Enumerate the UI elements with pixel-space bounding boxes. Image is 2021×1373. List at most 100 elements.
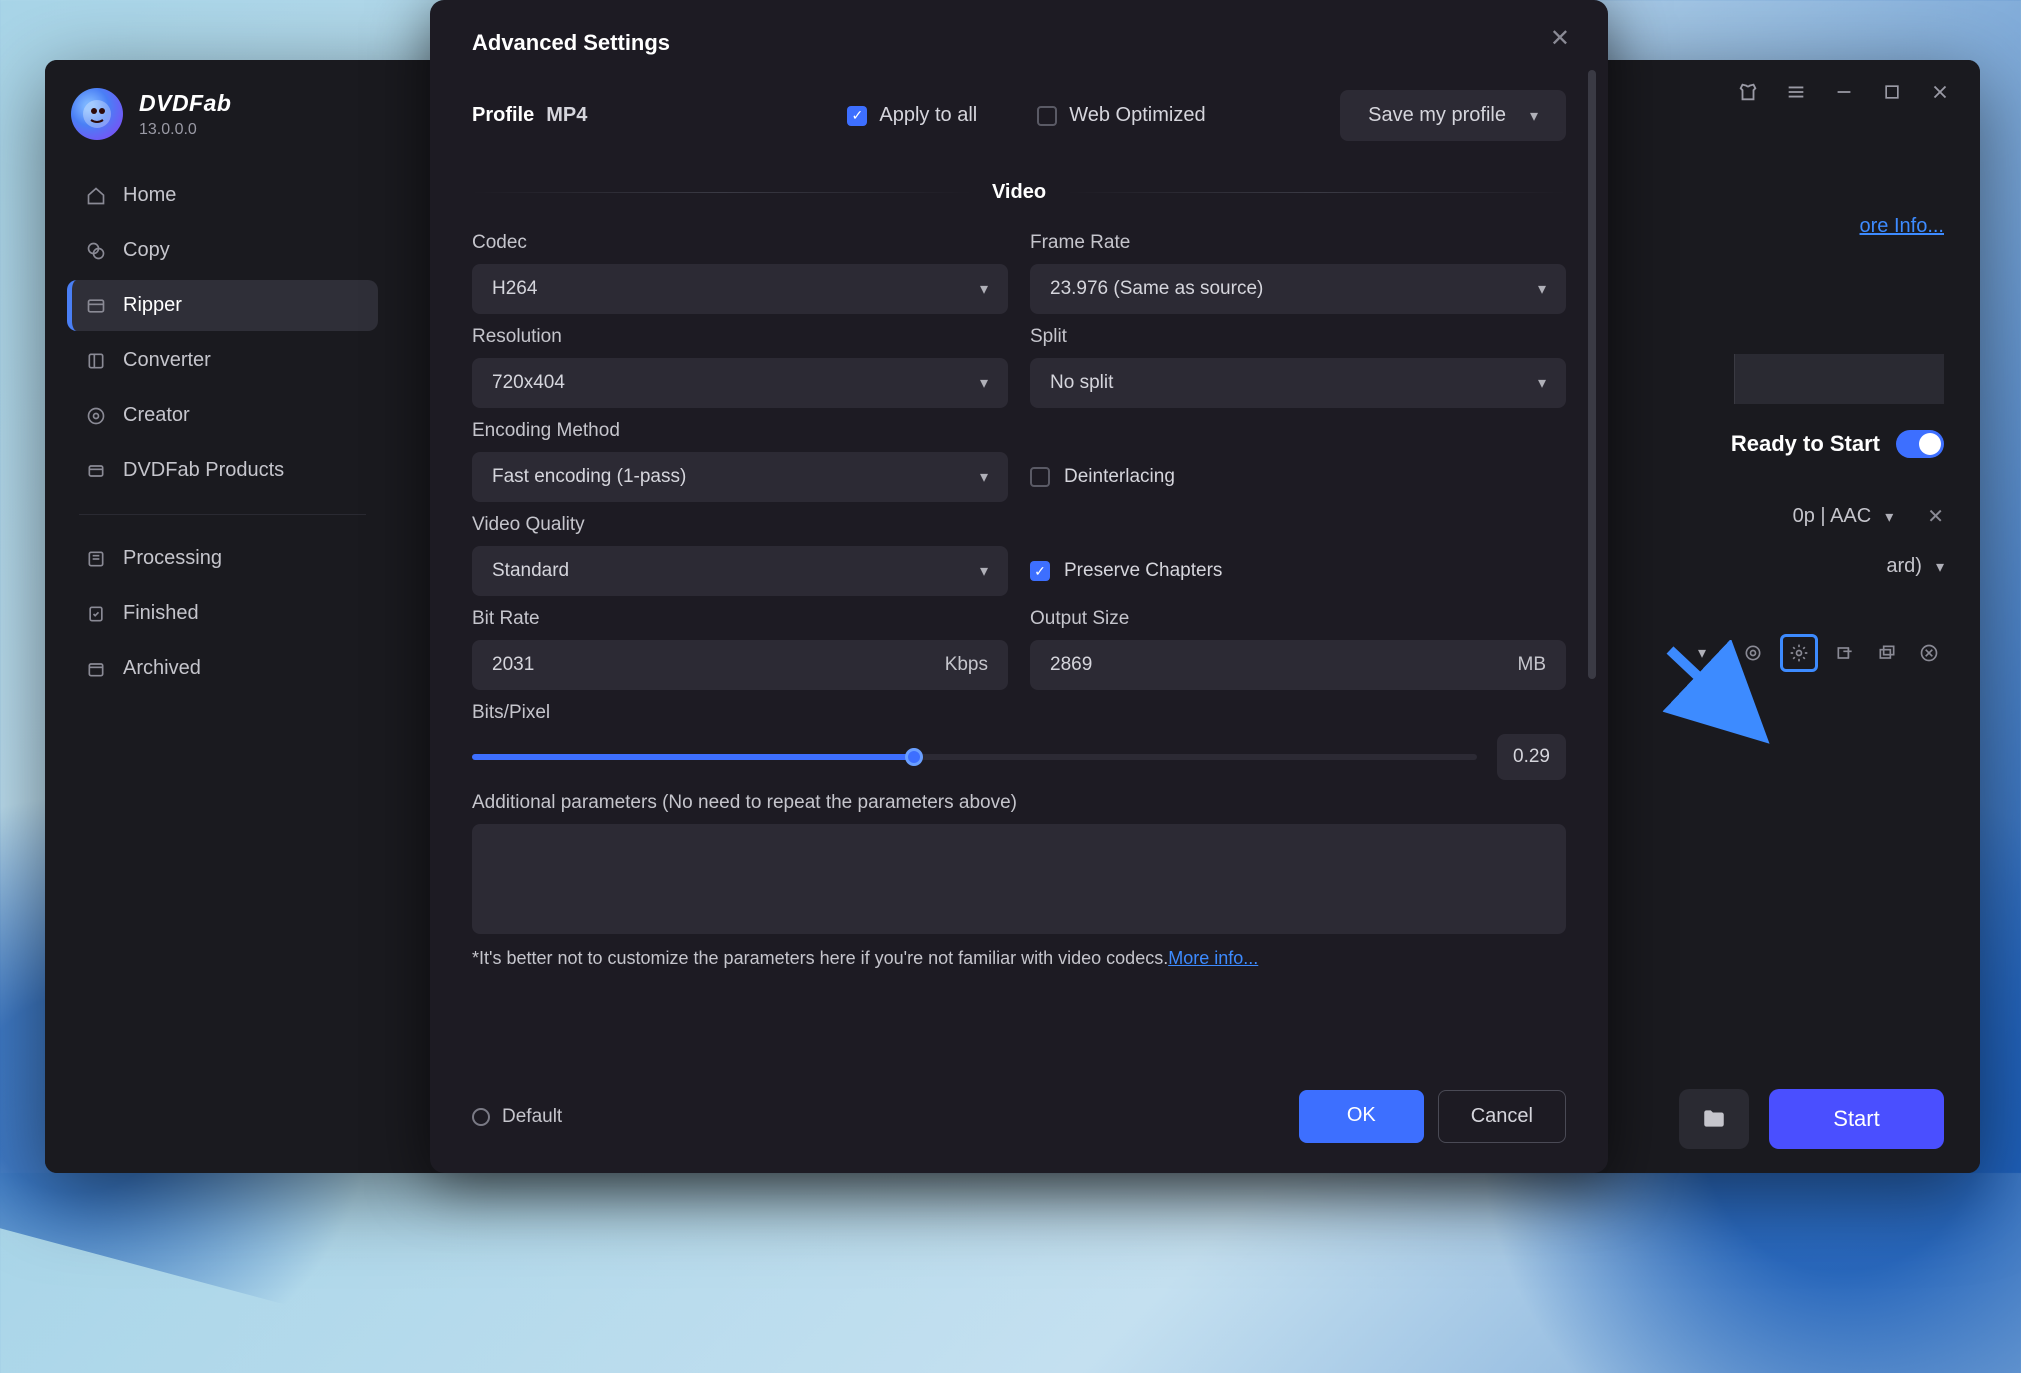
- search-input-stub[interactable]: [1734, 354, 1944, 404]
- deinterlacing-checkbox[interactable]: Deinterlacing: [1030, 420, 1566, 502]
- audio-meta-row: ard) ▾: [1886, 555, 1944, 578]
- split-select[interactable]: No split ▾: [1030, 358, 1566, 408]
- checkbox-empty-icon: [1030, 467, 1050, 487]
- sidebar-item-converter[interactable]: Converter: [67, 335, 378, 386]
- brand: DVDFab 13.0.0.0: [67, 88, 378, 140]
- chevron-down-icon: ▾: [1538, 373, 1546, 393]
- menu-icon[interactable]: [1784, 80, 1808, 104]
- close-icon[interactable]: [1928, 80, 1952, 104]
- brand-logo-icon: [71, 88, 123, 140]
- codec-select[interactable]: H264 ▾: [472, 264, 1008, 314]
- sidebar-item-copy[interactable]: Copy: [67, 225, 378, 276]
- ripper-icon: [85, 295, 107, 317]
- delete-icon[interactable]: [1914, 638, 1944, 668]
- chevron-down-icon[interactable]: ▾: [1936, 557, 1944, 577]
- ready-label: Ready to Start: [1731, 431, 1880, 457]
- default-radio[interactable]: Default: [472, 1106, 562, 1128]
- frame-rate-value: 23.976 (Same as source): [1050, 278, 1263, 300]
- sidebar-item-label: Finished: [123, 602, 199, 625]
- chevron-down-icon[interactable]: ▾: [1885, 507, 1893, 527]
- frame-rate-select[interactable]: 23.976 (Same as source) ▾: [1030, 264, 1566, 314]
- codec-label: Codec: [472, 232, 1008, 254]
- codec-meta-text: 0p | AAC: [1793, 505, 1872, 528]
- sidebar-item-label: Home: [123, 184, 176, 207]
- ready-to-start-row: Ready to Start: [1731, 430, 1944, 458]
- maximize-icon[interactable]: [1880, 80, 1904, 104]
- apply-to-all-checkbox[interactable]: ✓ Apply to all: [847, 104, 977, 127]
- output-folder-button[interactable]: [1679, 1089, 1749, 1149]
- products-icon: [85, 460, 107, 482]
- ok-button-label: OK: [1347, 1104, 1376, 1126]
- minimize-icon[interactable]: [1832, 80, 1856, 104]
- sidebar-item-label: Converter: [123, 349, 211, 372]
- output-size-input[interactable]: 2869 MB: [1030, 640, 1566, 690]
- bpp-value: 0.29: [1497, 734, 1566, 780]
- cancel-button-label: Cancel: [1471, 1105, 1533, 1127]
- start-button[interactable]: Start: [1769, 1089, 1944, 1149]
- radio-empty-icon: [472, 1108, 490, 1126]
- encoding-label: Encoding Method: [472, 420, 1008, 442]
- chevron-down-icon: ▾: [980, 561, 988, 581]
- sidebar-item-processing[interactable]: Processing: [67, 533, 378, 584]
- profile-label: Profile: [472, 104, 534, 127]
- additional-params-label: Additional parameters (No need to repeat…: [472, 792, 1566, 814]
- start-button-label: Start: [1833, 1106, 1879, 1132]
- bottom-bar: Start: [1679, 1089, 1944, 1149]
- output-size-unit: MB: [1518, 654, 1547, 676]
- sidebar-item-archived[interactable]: Archived: [67, 643, 378, 694]
- advanced-settings-icon[interactable]: [1780, 634, 1818, 672]
- chevron-down-icon: ▾: [980, 467, 988, 487]
- encoding-select[interactable]: Fast encoding (1-pass) ▾: [472, 452, 1008, 502]
- ready-toggle[interactable]: [1896, 430, 1944, 458]
- modal-close-icon[interactable]: ✕: [1550, 24, 1570, 53]
- checkbox-checked-icon: ✓: [847, 106, 867, 126]
- split-label: Split: [1030, 326, 1566, 348]
- home-icon: [85, 185, 107, 207]
- processing-icon: [85, 548, 107, 570]
- output-size-value: 2869: [1050, 654, 1092, 676]
- cancel-button[interactable]: Cancel: [1438, 1090, 1566, 1143]
- quality-value: Standard: [492, 560, 569, 582]
- sidebar: DVDFab 13.0.0.0 Home Copy Ripper Convert…: [45, 60, 400, 1173]
- brand-version: 13.0.0.0: [139, 121, 231, 139]
- bpp-slider[interactable]: [472, 754, 1477, 760]
- resolution-label: Resolution: [472, 326, 1008, 348]
- tshirt-icon[interactable]: [1736, 80, 1760, 104]
- archived-icon: [85, 658, 107, 680]
- modal-scrollbar[interactable]: [1588, 70, 1596, 1053]
- chevron-down-icon: ▾: [980, 373, 988, 393]
- right-panel: ore Info... Ready to Start 0p | AAC ▾ ✕ …: [1698, 215, 1944, 672]
- bitrate-value: 2031: [492, 654, 534, 676]
- quality-select[interactable]: Standard ▾: [472, 546, 1008, 596]
- brand-name: DVDFab: [139, 90, 231, 117]
- sidebar-item-products[interactable]: DVDFab Products: [67, 445, 378, 496]
- additional-params-input[interactable]: [472, 824, 1566, 934]
- nav-divider: [79, 514, 366, 515]
- edit-icon[interactable]: [1830, 638, 1860, 668]
- quality-label: Video Quality: [472, 514, 1008, 536]
- remove-item-icon[interactable]: ✕: [1927, 504, 1944, 529]
- sidebar-item-finished[interactable]: Finished: [67, 588, 378, 639]
- footnote-link[interactable]: More info...: [1168, 948, 1258, 968]
- bpp-label: Bits/Pixel: [472, 702, 1566, 724]
- preserve-chapters-label: Preserve Chapters: [1064, 560, 1222, 582]
- deinterlacing-label: Deinterlacing: [1064, 466, 1175, 488]
- preserve-chapters-checkbox[interactable]: ✓ Preserve Chapters: [1030, 514, 1566, 596]
- save-profile-button[interactable]: Save my profile ▾: [1340, 90, 1566, 141]
- sidebar-item-label: Archived: [123, 657, 201, 680]
- sidebar-item-label: Creator: [123, 404, 190, 427]
- resolution-select[interactable]: 720x404 ▾: [472, 358, 1008, 408]
- sidebar-item-home[interactable]: Home: [67, 170, 378, 221]
- more-info-link[interactable]: ore Info...: [1860, 215, 1945, 238]
- crop-icon[interactable]: [1872, 638, 1902, 668]
- slider-thumb[interactable]: [905, 748, 923, 766]
- web-optimized-checkbox[interactable]: Web Optimized: [1037, 104, 1205, 127]
- sidebar-item-creator[interactable]: Creator: [67, 390, 378, 441]
- ok-button[interactable]: OK: [1299, 1090, 1424, 1143]
- resolution-value: 720x404: [492, 372, 565, 394]
- sidebar-item-ripper[interactable]: Ripper: [67, 280, 378, 331]
- profile-value: MP4: [546, 104, 587, 127]
- chevron-down-icon: ▾: [980, 279, 988, 299]
- codec-value: H264: [492, 278, 537, 300]
- bitrate-input[interactable]: 2031 Kbps: [472, 640, 1008, 690]
